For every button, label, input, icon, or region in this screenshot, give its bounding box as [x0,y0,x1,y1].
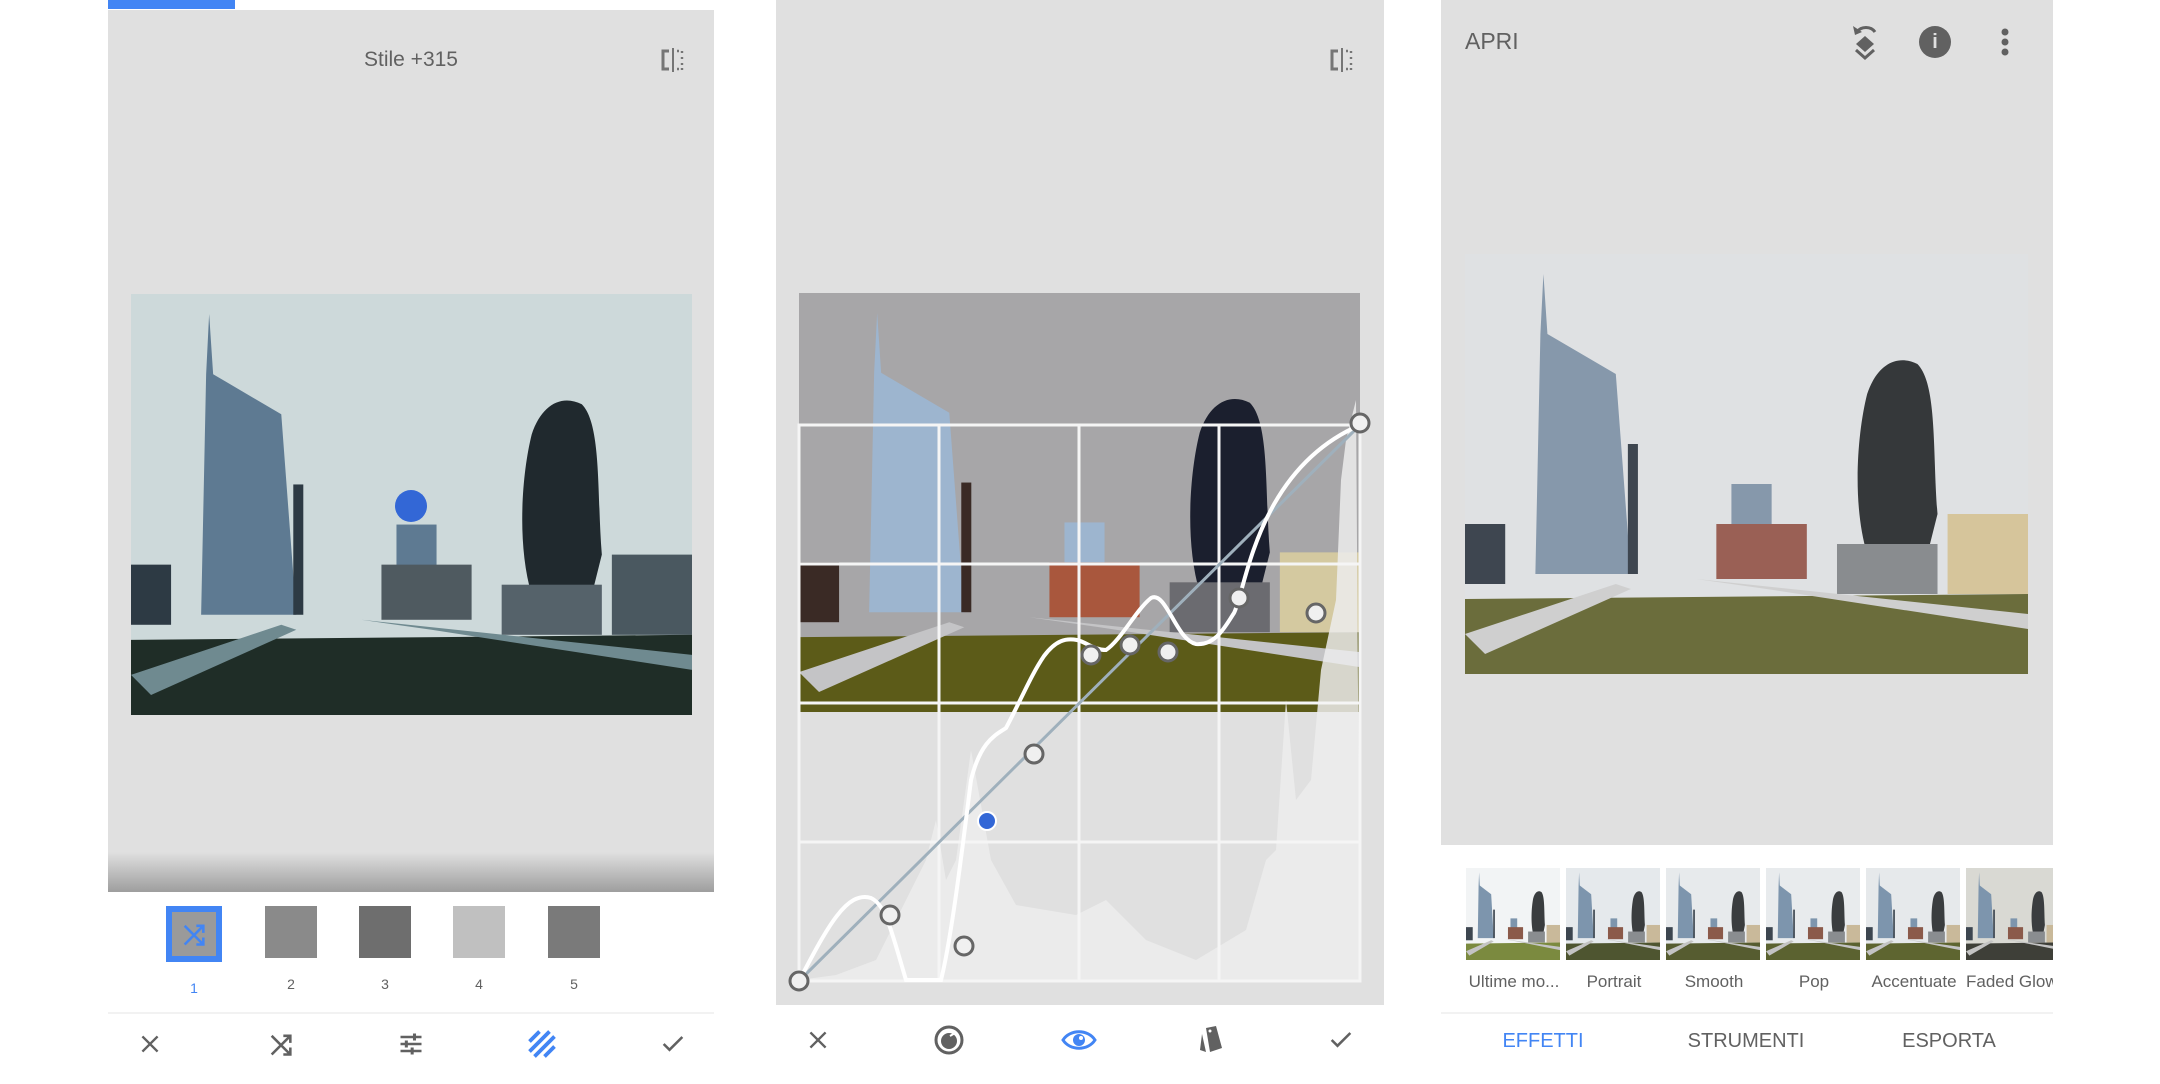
effect-label: Ultime mo... [1468,972,1560,991]
shuffle-icon [180,920,208,948]
tune-button[interactable] [381,1014,441,1074]
selected-curve-point [977,811,997,831]
undo-layers-button[interactable] [1849,22,1889,62]
bottom-toolbar [108,1014,714,1084]
more-vert-icon [2001,28,2009,56]
tune-icon [397,1030,425,1058]
style-number: 4 [475,976,483,992]
curve-point [1023,743,1045,765]
compare-icon[interactable] [659,47,687,73]
effect-faded-glow[interactable]: Faded Glow [1966,868,2053,992]
style-editor-panel: Stile +315 1 2 3 4 5 [108,0,714,1080]
style-thumb [166,906,222,962]
effect-thumb [1866,868,1960,960]
presets-button[interactable] [1180,1010,1240,1070]
view-toggle-button[interactable] [1049,1010,1109,1070]
effect-portrait[interactable]: Portrait [1566,868,1662,992]
shuffle-icon [267,1030,295,1058]
effect-thumb [1466,868,1560,960]
style-number: 3 [381,976,389,992]
curve-point [1228,587,1250,609]
effect-label: Smooth [1684,972,1744,991]
style-thumb [359,906,411,958]
style-option-1[interactable]: 1 [164,906,224,996]
photo-preview[interactable] [1465,254,2028,674]
check-icon [1327,1026,1355,1054]
info-icon: i [1932,31,1938,53]
presets-cards-icon [1200,1026,1222,1052]
more-options-button[interactable] [2001,28,2009,61]
style-texture-button[interactable] [512,1014,572,1074]
home-panel: APRI i Ultime mo... Portrait Smooth Pop … [1441,0,2053,1080]
curve-point [1080,644,1102,666]
style-thumb [548,906,600,958]
style-thumb [453,906,505,958]
effect-accentuate[interactable]: Accentuate [1866,868,1962,992]
bottom-toolbar [776,1010,1384,1080]
effect-pop[interactable]: Pop [1766,868,1862,992]
undo-layers-icon [1853,26,1877,61]
tab-effects[interactable]: EFFETTI [1453,1030,1633,1053]
style-picker: 1 2 3 4 5 [108,892,714,1012]
close-icon [137,1031,163,1057]
effect-thumb [1666,868,1760,960]
tab-export[interactable]: ESPORTA [1859,1030,2039,1053]
channel-circle-icon [934,1025,964,1055]
style-strength-handle[interactable] [395,490,427,522]
progress-bar [108,0,235,9]
curve-point [953,935,975,957]
curve-point [1157,641,1179,663]
effect-thumb [1766,868,1860,960]
style-number: 2 [287,976,295,992]
style-option-3[interactable]: 3 [355,906,415,992]
apply-button[interactable] [1311,1010,1371,1070]
effect-thumb [1566,868,1660,960]
effect-label: Portrait [1586,972,1642,991]
cancel-button[interactable] [120,1014,180,1074]
info-button[interactable]: i [1919,26,1951,58]
effect-label: Pop [1798,972,1830,991]
curve-point [1349,412,1371,434]
check-icon [659,1030,687,1058]
curve-point [1119,634,1141,656]
style-number: 1 [190,980,198,996]
curves-editor-panel [776,0,1384,1080]
divider [1441,1012,2053,1014]
effect-recent[interactable]: Ultime mo... [1466,868,1562,992]
style-option-2[interactable]: 2 [261,906,321,992]
style-option-5[interactable]: 5 [544,906,604,992]
effect-thumb [1966,868,2053,960]
curves-graph[interactable] [776,0,1384,1005]
effect-label: Faded Glow [1966,972,2053,991]
style-option-4[interactable]: 4 [449,906,509,992]
adjustment-label: Stile +315 [364,48,458,71]
apply-button[interactable] [643,1014,703,1074]
open-button[interactable]: APRI [1465,28,1519,55]
close-icon [805,1027,831,1053]
effect-label: Accentuate [1871,972,1957,991]
curve-channel-button[interactable] [919,1010,979,1070]
style-number: 5 [570,976,578,992]
shuffle-button[interactable] [251,1014,311,1074]
curve-point [1305,602,1327,624]
cancel-button[interactable] [788,1010,848,1070]
tab-tools[interactable]: STRUMENTI [1656,1030,1836,1053]
style-thumb [265,906,317,958]
eye-icon [1061,1030,1097,1050]
stripes-icon [527,1029,557,1059]
curve-point [879,904,901,926]
curve-point [788,970,810,992]
effect-smooth[interactable]: Smooth [1666,868,1762,992]
canvas-bottom-shadow [108,852,714,892]
